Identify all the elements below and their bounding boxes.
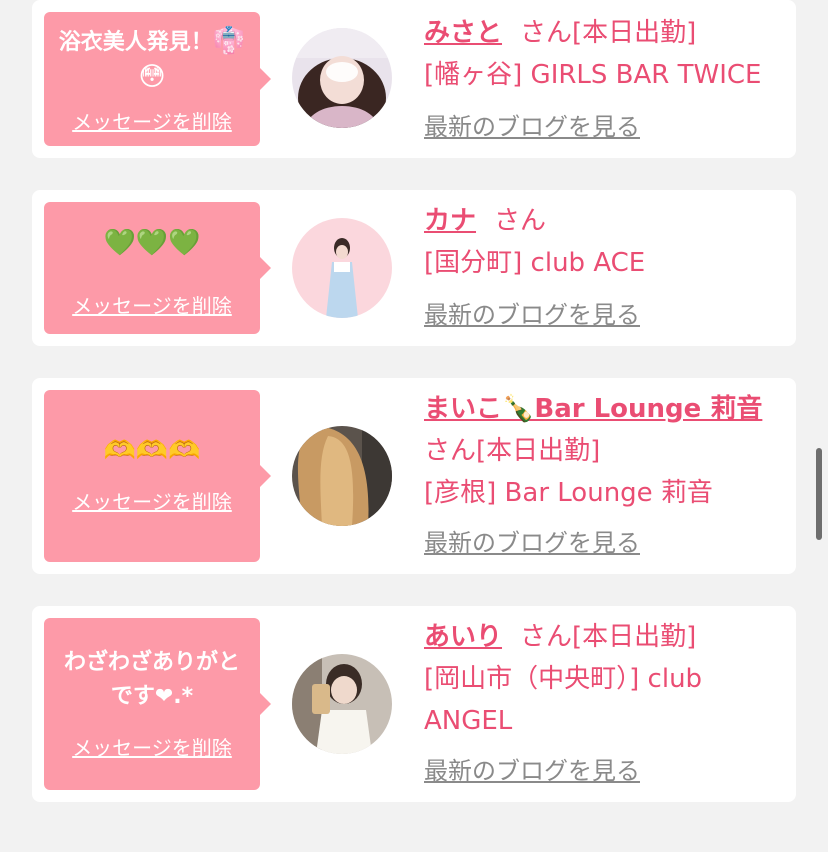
shop-name: [彦根] Bar Lounge 莉音 <box>424 478 713 508</box>
kimono-icon: 👘 <box>212 26 246 56</box>
message-card: 浴衣美人発見！👘 😳 メッセージを削除 みさと さん[本日出勤] [幡ヶ谷] GI… <box>32 0 796 158</box>
avatar[interactable] <box>292 654 392 754</box>
message-text: 💚💚💚 <box>44 226 260 262</box>
view-blog-link[interactable]: 最新のブログを見る <box>424 756 640 786</box>
cast-suffix: さん[本日出勤] <box>520 18 697 48</box>
delete-message-button[interactable]: メッセージを削除 <box>44 294 260 318</box>
flushed-face-icon: 😳 <box>138 62 166 92</box>
cast-name-link[interactable]: カナ <box>424 206 476 236</box>
heart-hands-icon: 🫶🫶🫶 <box>103 436 201 466</box>
avatar[interactable] <box>292 426 392 526</box>
cast-info: みさと さん[本日出勤] [幡ヶ谷] GIRLS BAR TWICE <box>424 12 784 96</box>
scrollbar[interactable] <box>816 448 822 540</box>
cast-suffix: さん[本日出勤] <box>424 436 601 466</box>
avatar[interactable] <box>292 218 392 318</box>
shop-name: [国分町] club ACE <box>424 248 646 278</box>
message-card: 🫶🫶🫶 メッセージを削除 まいこ🍾Bar Lounge 莉音 さん[本日出勤] … <box>32 378 796 574</box>
cast-name-link[interactable]: あいり <box>424 622 502 652</box>
cast-info: カナ さん [国分町] club ACE <box>424 200 784 284</box>
message-bubble: わざわざありがと です❤︎.* メッセージを削除 <box>44 618 271 790</box>
message-text: 浴衣美人発見！👘 😳 <box>58 26 246 92</box>
cast-name-link[interactable]: みさと <box>424 18 502 48</box>
message-list-page: 浴衣美人発見！👘 😳 メッセージを削除 みさと さん[本日出勤] [幡ヶ谷] GI… <box>0 0 828 852</box>
message-bubble: 💚💚💚 メッセージを削除 <box>44 202 271 334</box>
delete-message-button[interactable]: メッセージを削除 <box>44 110 260 134</box>
cast-info: まいこ🍾Bar Lounge 莉音 さん[本日出勤] [彦根] Bar Loun… <box>424 388 784 514</box>
green-heart-icon: 💚💚💚 <box>103 228 201 258</box>
delete-message-button[interactable]: メッセージを削除 <box>44 736 260 760</box>
delete-message-button[interactable]: メッセージを削除 <box>44 490 260 514</box>
cast-suffix: さん <box>494 206 547 236</box>
shop-name: [幡ヶ谷] GIRLS BAR TWICE <box>424 60 762 90</box>
avatar[interactable] <box>292 28 392 128</box>
cast-suffix: さん[本日出勤] <box>520 622 697 652</box>
message-bubble: 浴衣美人発見！👘 😳 メッセージを削除 <box>44 12 271 146</box>
message-text: 🫶🫶🫶 <box>44 434 260 470</box>
view-blog-link[interactable]: 最新のブログを見る <box>424 300 640 330</box>
cast-info: あいり さん[本日出勤] [岡山市（中央町）] club ANGEL <box>424 616 784 742</box>
message-card: わざわざありがと です❤︎.* メッセージを削除 あいり さん[本日出勤] [岡山… <box>32 606 796 802</box>
shop-name: [岡山市（中央町）] club ANGEL <box>424 664 703 736</box>
view-blog-link[interactable]: 最新のブログを見る <box>424 528 640 558</box>
cast-name-link[interactable]: まいこ🍾Bar Lounge 莉音 <box>424 394 762 424</box>
message-card: 💚💚💚 メッセージを削除 カナ さん [国分町] club ACE 最新のブログを… <box>32 190 796 346</box>
message-text: わざわざありがと です❤︎.* <box>63 650 240 709</box>
message-bubble: 🫶🫶🫶 メッセージを削除 <box>44 390 271 562</box>
view-blog-link[interactable]: 最新のブログを見る <box>424 112 640 142</box>
